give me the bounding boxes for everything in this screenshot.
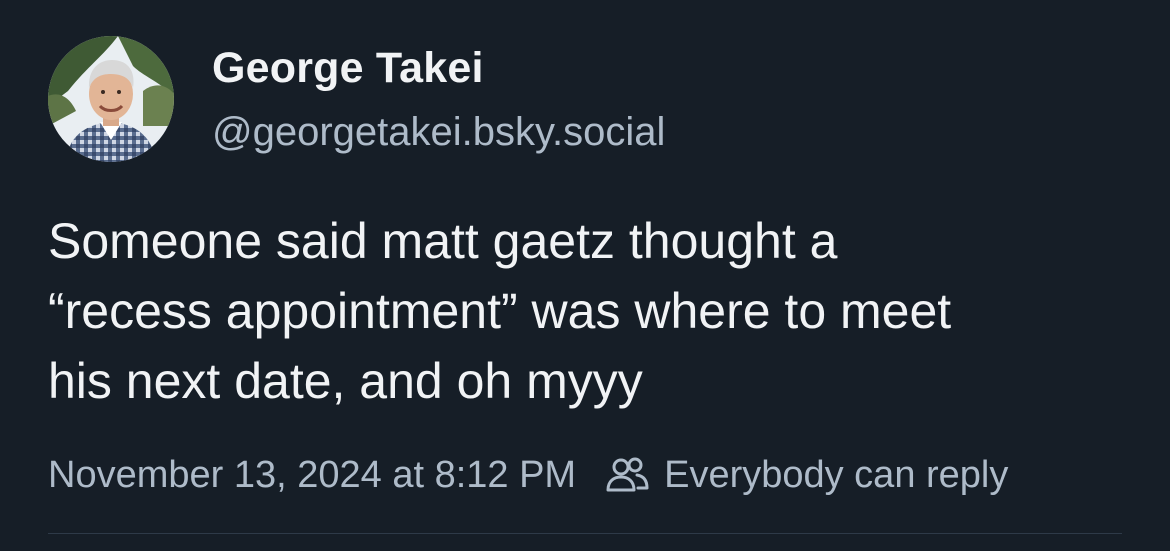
reply-setting-label: Everybody can reply <box>664 453 1009 496</box>
avatar-photo <box>48 36 174 162</box>
people-icon <box>604 452 650 498</box>
post-text: Someone said matt gaetz thought a “reces… <box>48 206 1138 416</box>
author-handle[interactable]: @georgetakei.bsky.social <box>212 110 665 155</box>
post-text-line: “recess appointment” was where to meet <box>48 283 952 339</box>
post-text-line: Someone said matt gaetz thought a <box>48 213 838 269</box>
post-meta: November 13, 2024 at 8:12 PM Everybody c… <box>48 447 1008 503</box>
divider <box>48 533 1122 534</box>
author-display-name[interactable]: George Takei <box>212 44 484 93</box>
author-avatar[interactable] <box>48 36 174 162</box>
post-card: George Takei @georgetakei.bsky.social So… <box>0 0 1170 551</box>
post-timestamp[interactable]: November 13, 2024 at 8:12 PM <box>48 454 576 497</box>
post-text-line: his next date, and oh myyy <box>48 353 643 409</box>
